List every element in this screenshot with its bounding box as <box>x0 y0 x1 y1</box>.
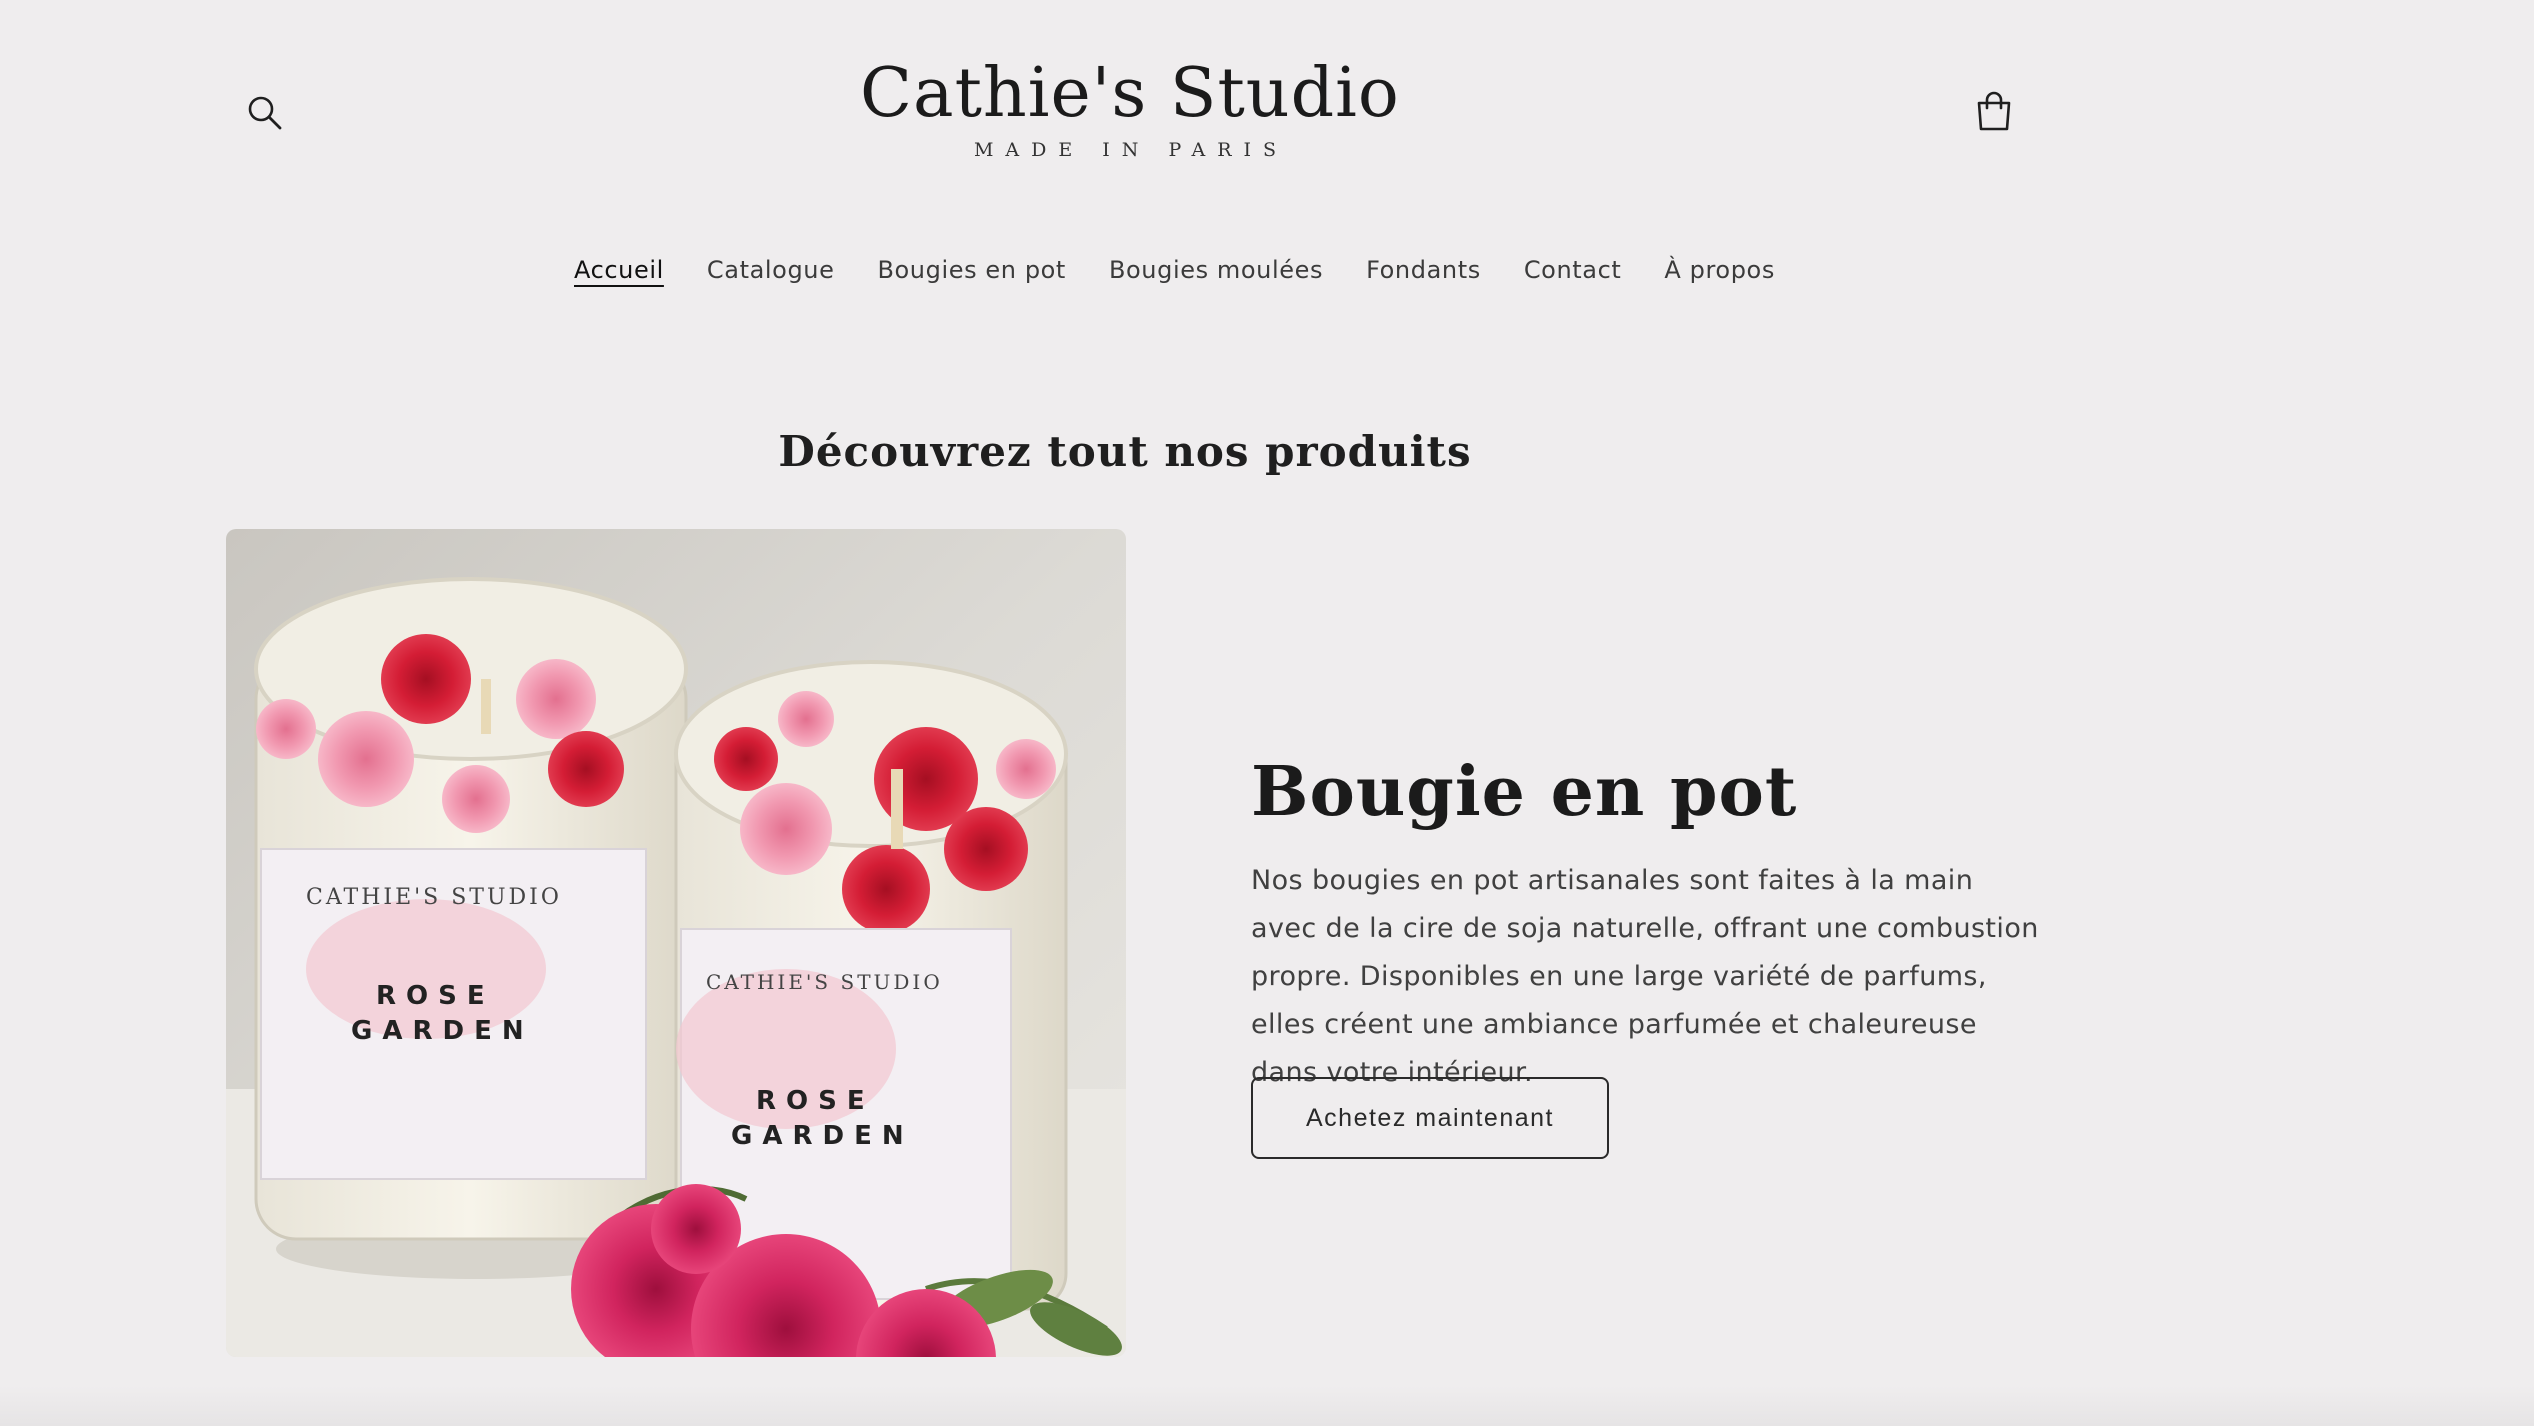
jar-label-title-2: GARDEN <box>351 1016 534 1046</box>
page-fold-divider <box>0 1386 2534 1426</box>
nav-item-bougies-en-pot[interactable]: Bougies en pot <box>877 256 1066 288</box>
candle-photo: CATHIE'S STUDIO ROSE GARDEN CATHIE'S STU… <box>226 529 1126 1357</box>
shop-now-button[interactable]: Achetez maintenant <box>1251 1077 1609 1159</box>
nav-item-contact[interactable]: Contact <box>1524 256 1622 288</box>
section-heading: Découvrez tout nos produits <box>778 426 1472 476</box>
nav-item-fondants[interactable]: Fondants <box>1366 256 1481 288</box>
logo-tagline: MADE IN PARIS <box>973 139 1289 161</box>
cart-icon <box>1977 91 2011 131</box>
jar-label-brand: CATHIE'S STUDIO <box>306 885 562 910</box>
nav-item-bougies-moulees[interactable]: Bougies moulées <box>1109 256 1323 288</box>
site-logo[interactable]: Cathie's Studio MADE IN PARIS <box>860 52 1400 168</box>
search-icon <box>248 96 282 130</box>
jar2-label-title-2: GARDEN <box>731 1121 914 1151</box>
nav-item-a-propos[interactable]: À propos <box>1664 256 1775 288</box>
search-button[interactable] <box>230 78 300 148</box>
cart-button[interactable] <box>1958 76 2030 148</box>
nav-item-accueil[interactable]: Accueil <box>574 256 664 288</box>
logo-name: Cathie's Studio <box>860 54 1400 133</box>
feature-title: Bougie en pot <box>1251 751 1798 832</box>
main-navigation: Accueil Catalogue Bougies en pot Bougies… <box>574 256 1775 288</box>
nav-item-catalogue[interactable]: Catalogue <box>707 256 835 288</box>
jar-label-title-1: ROSE <box>376 981 495 1011</box>
jar2-label-title-1: ROSE <box>756 1086 875 1116</box>
jar2-label-brand: CATHIE'S STUDIO <box>706 970 943 994</box>
feature-description: Nos bougies en pot artisanales sont fait… <box>1251 865 2039 1088</box>
site-header: Cathie's Studio MADE IN PARIS Accueil Ca… <box>0 0 2534 330</box>
product-image: CATHIE'S STUDIO ROSE GARDEN CATHIE'S STU… <box>226 529 1126 1357</box>
